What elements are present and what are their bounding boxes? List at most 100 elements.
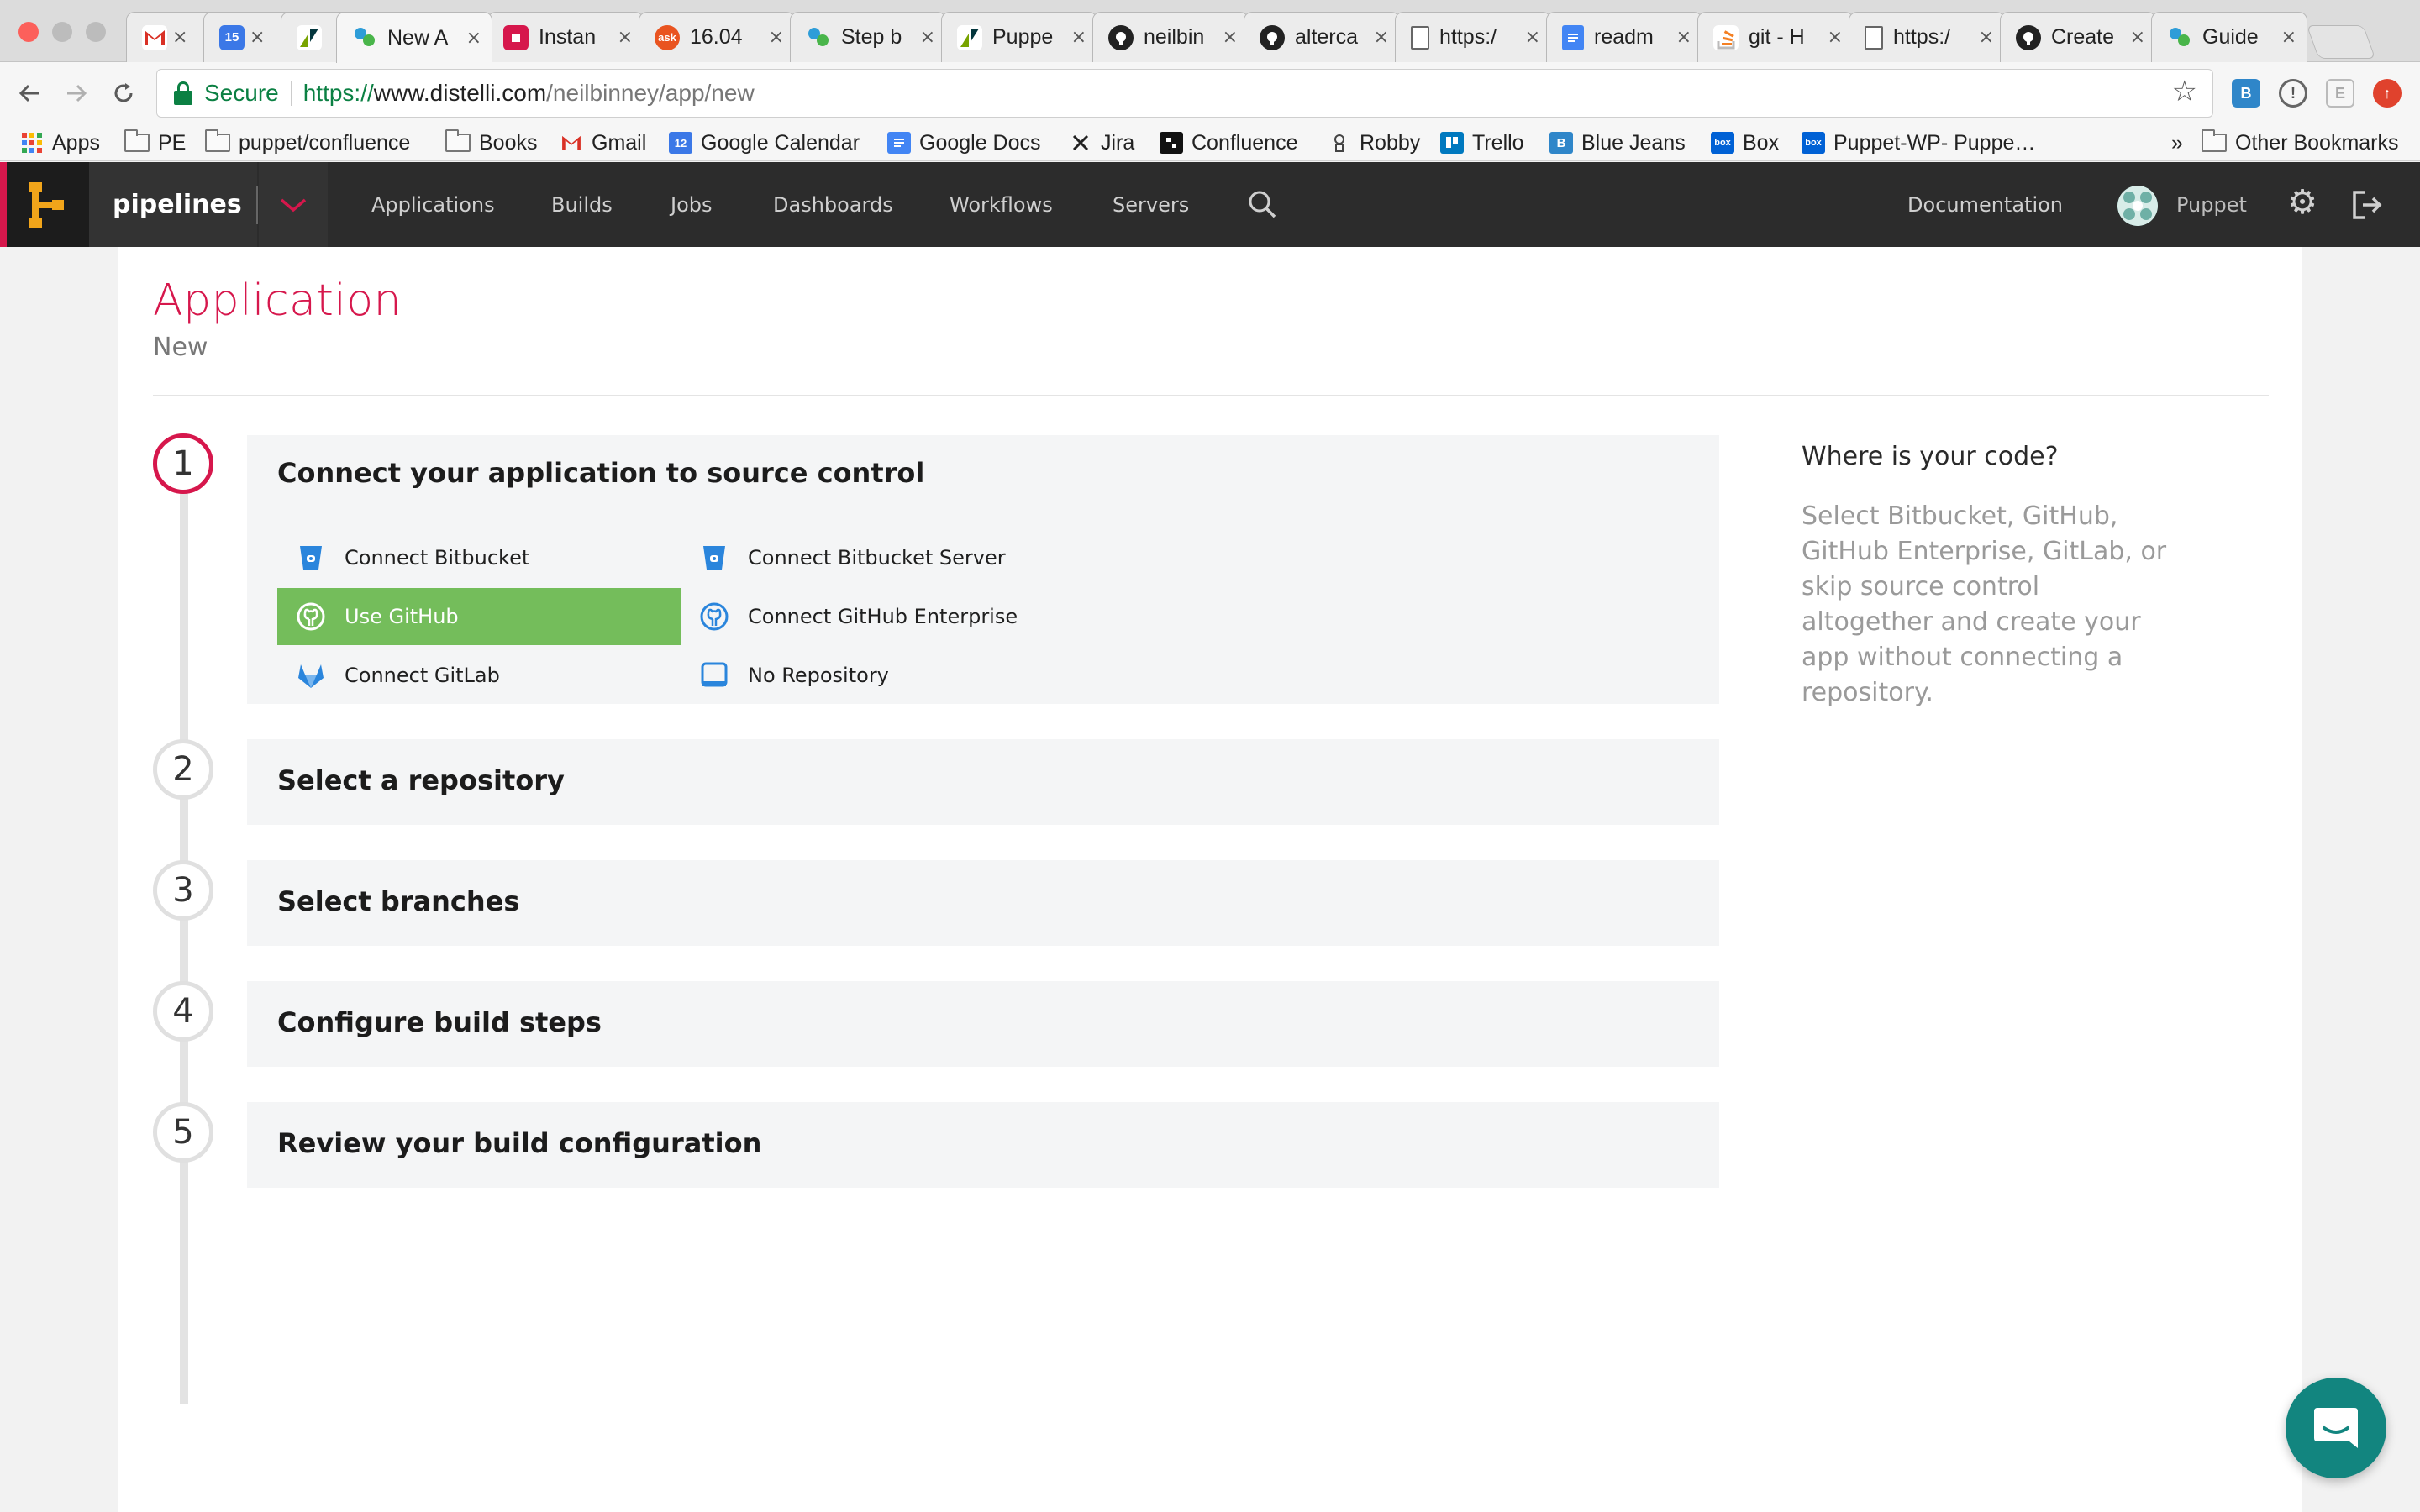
use-github-option[interactable]: Use GitHub [277, 588, 681, 645]
nav-jobs[interactable]: Jobs [671, 162, 713, 247]
step-5-panel[interactable]: Review your build configuration [247, 1102, 1719, 1188]
brand-name[interactable]: pipelines [89, 162, 257, 247]
browser-tab[interactable]: readm × [1546, 12, 1702, 62]
close-icon[interactable]: × [1828, 27, 1843, 48]
bookmark-trello[interactable]: Trello [1440, 128, 1524, 158]
nav-builds[interactable]: Builds [551, 162, 613, 247]
nav-workflows[interactable]: Workflows [950, 162, 1053, 247]
pipelines-logo[interactable] [0, 162, 89, 247]
avatar[interactable] [2118, 186, 2158, 226]
bookmark-puppet-confluence[interactable]: puppet/confluence [205, 128, 410, 158]
browser-tab[interactable]: git - H × [1697, 12, 1854, 62]
info-extension-icon[interactable]: ! [2279, 79, 2307, 108]
connect-bitbucket-option[interactable]: Connect Bitbucket [277, 529, 681, 586]
brand-dropdown-button[interactable] [259, 162, 328, 247]
step-2-panel[interactable]: Select a repository [247, 739, 1719, 825]
bookmark-google-calendar[interactable]: 12 Google Calendar [669, 128, 860, 158]
search-icon[interactable] [1247, 189, 1277, 219]
step-3-panel[interactable]: Select branches [247, 860, 1719, 946]
no-repository-option[interactable]: No Repository [681, 647, 1084, 704]
address-bar[interactable]: Secure https://www.distelli.com/neilbinn… [156, 69, 2213, 118]
gear-icon[interactable]: ⚙ [2284, 183, 2321, 222]
bookmark-blue-jeans[interactable]: B Blue Jeans [1549, 128, 1686, 158]
folder-icon [205, 129, 230, 152]
bookmark-books[interactable]: Books [445, 128, 537, 158]
connect-github-enterprise-option[interactable]: Connect GitHub Enterprise [681, 588, 1084, 645]
close-icon[interactable]: × [250, 27, 265, 48]
browser-tab[interactable]: Create × [2000, 12, 2156, 62]
bookmark-label: Robby [1360, 130, 1421, 155]
browser-tab[interactable]: https:/ × [1395, 12, 1551, 62]
bookmark-box[interactable]: box Box [1711, 128, 1779, 158]
close-icon[interactable]: × [172, 27, 187, 48]
close-icon[interactable]: × [1374, 27, 1389, 48]
close-icon[interactable]: × [2130, 27, 2145, 48]
reader-extension-icon[interactable]: E [2326, 79, 2354, 108]
user-name[interactable]: Puppet [2176, 162, 2247, 247]
step-3-number: 3 [153, 860, 213, 921]
connect-bitbucket-server-option[interactable]: Connect Bitbucket Server [681, 529, 1084, 586]
close-icon[interactable]: × [1071, 27, 1086, 48]
upload-extension-icon[interactable]: ↑ [2373, 79, 2402, 108]
bookmark-robby[interactable]: Robby [1328, 128, 1420, 158]
close-icon[interactable]: × [2281, 27, 2296, 48]
instana-icon [503, 24, 529, 50]
bookmark-label: PE [158, 130, 187, 155]
docs-icon [887, 132, 911, 154]
trello-icon [1440, 132, 1464, 154]
connect-gitlab-option[interactable]: Connect GitLab [277, 647, 681, 704]
gmail-icon [560, 132, 583, 154]
bluejeans-extension-icon[interactable]: B [2232, 79, 2260, 108]
tab-title: Step b [841, 25, 902, 49]
bookmark-star-icon[interactable]: ☆ [2172, 75, 2197, 108]
calendar-icon: 12 [669, 132, 692, 154]
browser-tab-active[interactable]: New A × [336, 12, 492, 63]
browser-tab[interactable]: Puppe × [941, 12, 1097, 62]
chat-launcher-button[interactable] [2286, 1378, 2386, 1478]
bookmark-confluence[interactable]: Confluence [1160, 128, 1297, 158]
close-icon[interactable]: × [466, 28, 481, 49]
close-icon[interactable]: × [920, 27, 935, 48]
browser-tab[interactable]: Step b × [790, 12, 946, 62]
step-4-panel[interactable]: Configure build steps [247, 981, 1719, 1067]
window-close-button[interactable] [18, 22, 39, 42]
browser-tab[interactable]: https:/ × [1849, 12, 2005, 62]
bookmark-jira[interactable]: Jira [1069, 128, 1134, 158]
browser-tab[interactable]: Guide × [2151, 12, 2307, 62]
bookmark-apps[interactable]: Apps [22, 128, 100, 158]
window-zoom-button[interactable] [86, 22, 106, 42]
close-icon[interactable]: × [1525, 27, 1540, 48]
close-icon[interactable]: × [1223, 27, 1238, 48]
tab-title: neilbin [1144, 25, 1205, 49]
nav-applications[interactable]: Applications [371, 162, 495, 247]
forward-arrow-icon[interactable] [59, 76, 94, 111]
nav-dashboards[interactable]: Dashboards [773, 162, 893, 247]
bookmark-other-bookmarks[interactable]: Other Bookmarks [2202, 128, 2399, 158]
window-minimize-button[interactable] [52, 22, 72, 42]
new-tab-button[interactable] [2306, 25, 2376, 59]
bookmarks-overflow-button[interactable]: » [2171, 128, 2183, 158]
close-icon[interactable]: × [618, 27, 633, 48]
back-arrow-icon[interactable] [12, 76, 47, 111]
step-1-panel: Connect your application to source contr… [247, 435, 1719, 704]
close-icon[interactable]: × [1676, 27, 1691, 48]
browser-tab[interactable]: ask 16.04 × [639, 12, 795, 62]
github-enterprise-icon [697, 600, 731, 633]
nav-documentation[interactable]: Documentation [1907, 162, 2063, 247]
bookmark-puppet-wp[interactable]: box Puppet-WP- Puppe… [1802, 128, 2035, 158]
bookmark-gmail[interactable]: Gmail [560, 128, 646, 158]
apps-grid-icon [22, 133, 42, 153]
browser-tab[interactable]: alterca × [1244, 12, 1400, 62]
nav-servers[interactable]: Servers [1113, 162, 1189, 247]
close-icon[interactable]: × [1979, 27, 1994, 48]
browser-tab[interactable]: Instan × [487, 12, 644, 62]
calendar-icon: 15 [219, 24, 245, 50]
step-5-number: 5 [153, 1102, 213, 1163]
reload-icon[interactable] [106, 76, 141, 111]
logout-icon[interactable] [2349, 187, 2385, 223]
bookmark-google-docs[interactable]: Google Docs [887, 128, 1041, 158]
url-scheme: https:// [302, 80, 374, 106]
close-icon[interactable]: × [769, 27, 784, 48]
browser-tab[interactable]: neilbin × [1092, 12, 1249, 62]
bookmark-pe[interactable]: PE [124, 128, 186, 158]
